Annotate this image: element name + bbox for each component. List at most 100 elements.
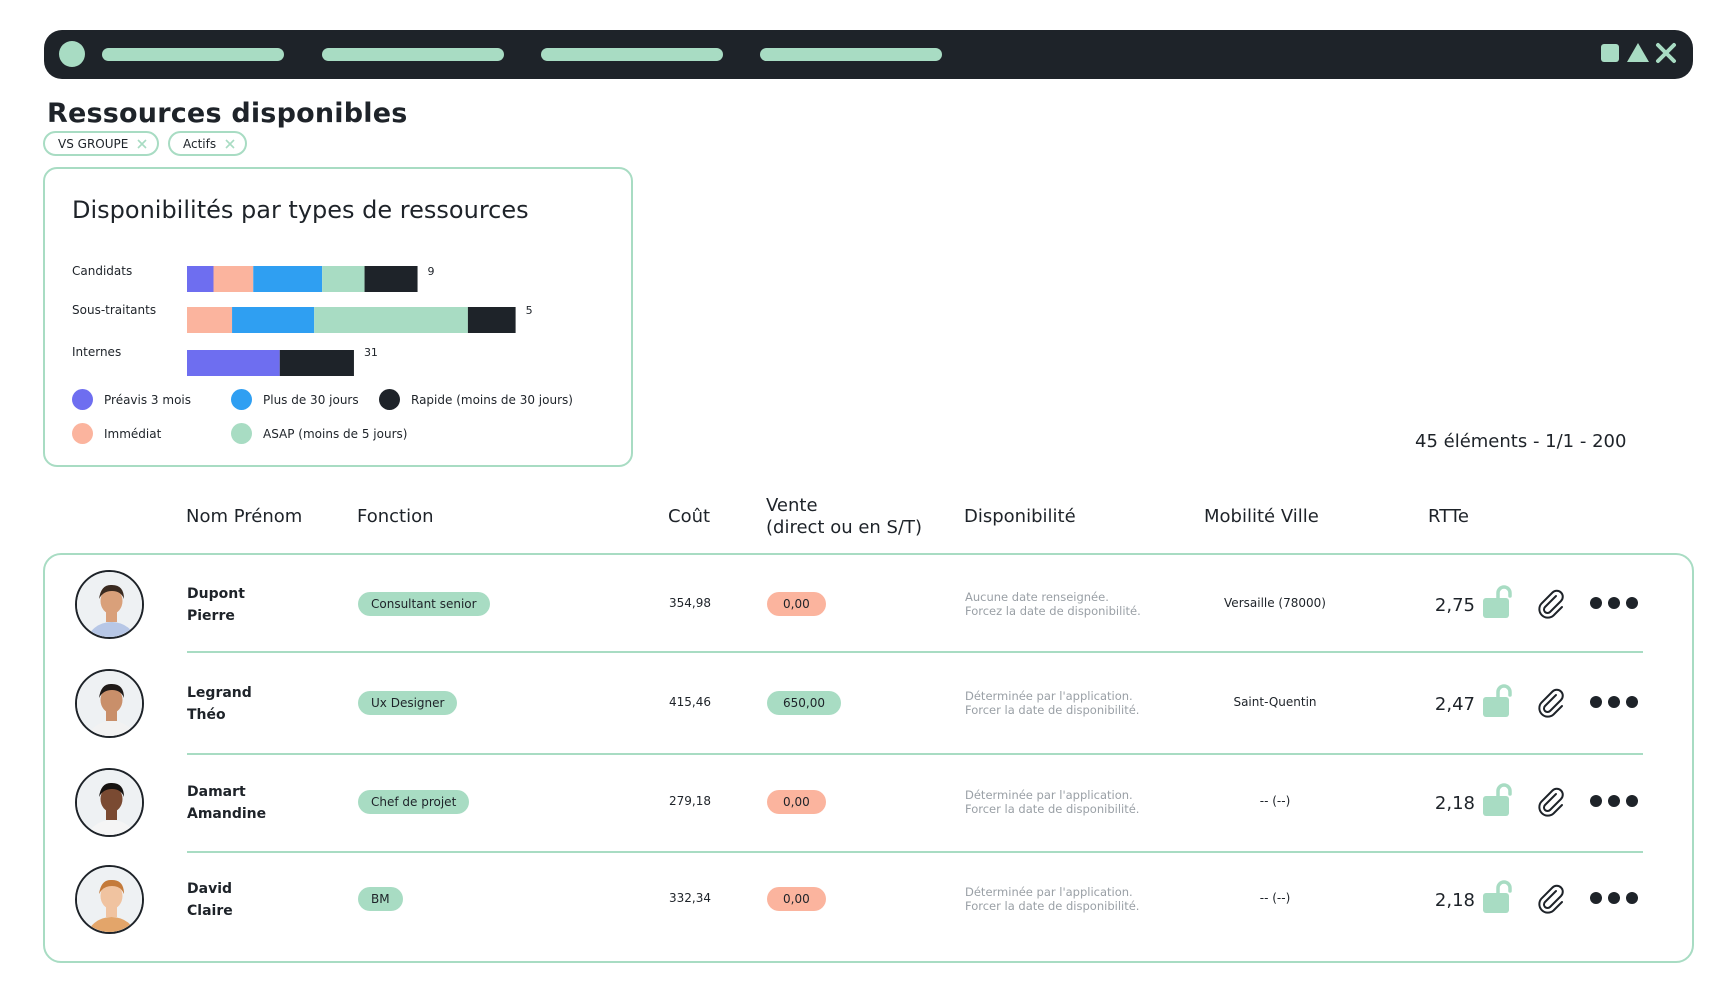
more-dot <box>1590 795 1602 807</box>
bar-segment[interactable] <box>253 266 323 292</box>
pagination-counter: 45 éléments - 1/1 - 200 <box>1415 431 1627 452</box>
bar-segment[interactable] <box>364 266 418 292</box>
nav-tab-3[interactable] <box>541 48 723 61</box>
availability-line: Aucune date renseignée. <box>965 590 1109 604</box>
rtte-value: 2,75 <box>1434 595 1475 616</box>
mobility-city: -- (--) <box>1259 891 1291 905</box>
unlock-icon[interactable] <box>1481 782 1517 818</box>
minimize-icon[interactable] <box>1597 40 1623 66</box>
attachment-icon[interactable] <box>1535 686 1567 718</box>
nav-tab-2[interactable] <box>322 48 504 61</box>
category-label: Sous-traitants <box>72 303 156 317</box>
availability-chart-card: Disponibilités par types de ressources C… <box>43 167 633 467</box>
legend-item[interactable]: Plus de 30 jours <box>231 389 359 410</box>
function-badge: Ux Designer <box>358 691 458 715</box>
more-options-icon[interactable] <box>1590 696 1638 710</box>
function-badge: Consultant senior <box>358 592 490 616</box>
bar-segment[interactable] <box>187 266 214 292</box>
more-dot <box>1608 892 1620 904</box>
table-row[interactable]: Damart Amandine Chef de projet 279,18 0,… <box>45 755 1692 853</box>
attachment-icon[interactable] <box>1535 785 1567 817</box>
legend-item[interactable]: Préavis 3 mois <box>72 389 191 410</box>
bar-total-label: 9 <box>428 265 435 278</box>
attachment-icon[interactable] <box>1535 587 1567 619</box>
legend-swatch <box>72 389 93 410</box>
avatar-portrait-icon <box>77 572 142 637</box>
legend-swatch <box>231 389 252 410</box>
bar-segment[interactable] <box>467 307 516 333</box>
resource-name[interactable]: Dupont Pierre <box>187 583 245 627</box>
cost-value: 415,46 <box>669 695 711 709</box>
rtte-value: 2,18 <box>1434 793 1475 814</box>
function-badge: Chef de projet <box>358 790 470 814</box>
availability-text[interactable]: Déterminée par l'application. Forcer la … <box>965 885 1139 913</box>
bar-segment[interactable] <box>314 307 468 333</box>
bar-segment[interactable] <box>279 350 354 376</box>
avatar <box>75 570 144 639</box>
first-name: Pierre <box>187 608 235 624</box>
nav-tab-1[interactable] <box>102 48 284 61</box>
filter-chip-groupe[interactable]: VS GROUPE <box>43 131 160 156</box>
close-icon[interactable] <box>1653 40 1679 66</box>
resource-name[interactable]: David Claire <box>187 878 233 922</box>
col-header-function[interactable]: Fonction <box>357 506 434 528</box>
bar-total-label: 31 <box>364 346 378 359</box>
attachment-icon[interactable] <box>1535 882 1567 914</box>
bar-total-label: 5 <box>526 304 533 317</box>
stacked-bar-chart: Candidats 9 Sous-traitants 5 Internes 31 <box>72 264 533 376</box>
unlock-icon[interactable] <box>1481 584 1517 620</box>
more-options-icon[interactable] <box>1590 892 1638 906</box>
nav-tab-4[interactable] <box>760 48 942 61</box>
table-row[interactable]: Dupont Pierre Consultant senior 354,98 0… <box>45 555 1692 653</box>
more-dot <box>1626 892 1638 904</box>
filter-chip-actifs[interactable]: Actifs <box>168 131 248 156</box>
window-titlebar <box>44 30 1693 79</box>
last-name: Dupont <box>187 586 245 602</box>
table-row[interactable]: David Claire BM 332,34 0,00 Déterminée p… <box>45 853 1692 963</box>
resource-name[interactable]: Damart Amandine <box>187 781 266 825</box>
col-header-availability[interactable]: Disponibilité <box>964 506 1076 528</box>
avatar <box>75 669 144 738</box>
resource-name[interactable]: Legrand Théo <box>187 682 252 726</box>
last-name: Legrand <box>187 685 252 701</box>
rtte-value: 2,47 <box>1434 694 1475 715</box>
remove-filter-icon[interactable] <box>136 138 148 150</box>
col-header-cost[interactable]: Coût <box>668 506 710 528</box>
bar-segment[interactable] <box>187 350 280 376</box>
col-header-rtte[interactable]: RTTe <box>1428 506 1469 528</box>
legend-label: Immédiat <box>104 426 162 441</box>
legend-label: ASAP (moins de 5 jours) <box>263 426 408 441</box>
availability-text[interactable]: Déterminée par l'application. Forcer la … <box>965 788 1139 816</box>
avatar <box>75 768 144 837</box>
legend-label: Préavis 3 mois <box>104 392 191 407</box>
table-row[interactable]: Legrand Théo Ux Designer 415,46 650,00 D… <box>45 653 1692 755</box>
avatar-portrait-icon <box>77 867 142 932</box>
bar-segment[interactable] <box>322 266 365 292</box>
maximize-icon[interactable] <box>1625 40 1651 66</box>
availability-line: Déterminée par l'application. <box>965 885 1133 899</box>
more-options-icon[interactable] <box>1590 795 1638 809</box>
legend-item[interactable]: ASAP (moins de 5 jours) <box>231 423 407 444</box>
more-dot <box>1608 696 1620 708</box>
more-options-icon[interactable] <box>1590 597 1638 611</box>
col-header-sale[interactable]: Vente (direct ou en S/T) <box>766 495 922 539</box>
unlock-icon[interactable] <box>1481 879 1517 915</box>
bar-segment[interactable] <box>213 266 254 292</box>
filter-chip-label: VS GROUPE <box>58 136 129 151</box>
unlock-icon[interactable] <box>1481 683 1517 719</box>
col-header-mobility[interactable]: Mobilité Ville <box>1204 506 1319 528</box>
col-header-sale-line2: (direct ou en S/T) <box>766 517 923 538</box>
bar-segment[interactable] <box>232 307 315 333</box>
col-header-name[interactable]: Nom Prénom <box>186 506 302 528</box>
col-header-sale-line1: Vente <box>766 495 818 516</box>
legend-label: Rapide (moins de 30 jours) <box>411 392 573 407</box>
bar-segment[interactable] <box>187 307 233 333</box>
remove-filter-icon[interactable] <box>224 138 236 150</box>
more-dot <box>1590 696 1602 708</box>
more-dot <box>1590 892 1602 904</box>
legend-item[interactable]: Immédiat <box>72 423 161 444</box>
availability-text[interactable]: Déterminée par l'application. Forcer la … <box>965 689 1139 717</box>
rtte-value: 2,18 <box>1434 890 1475 911</box>
legend-item[interactable]: Rapide (moins de 30 jours) <box>379 389 573 410</box>
availability-text[interactable]: Aucune date renseignée. Forcez la date d… <box>965 590 1141 618</box>
